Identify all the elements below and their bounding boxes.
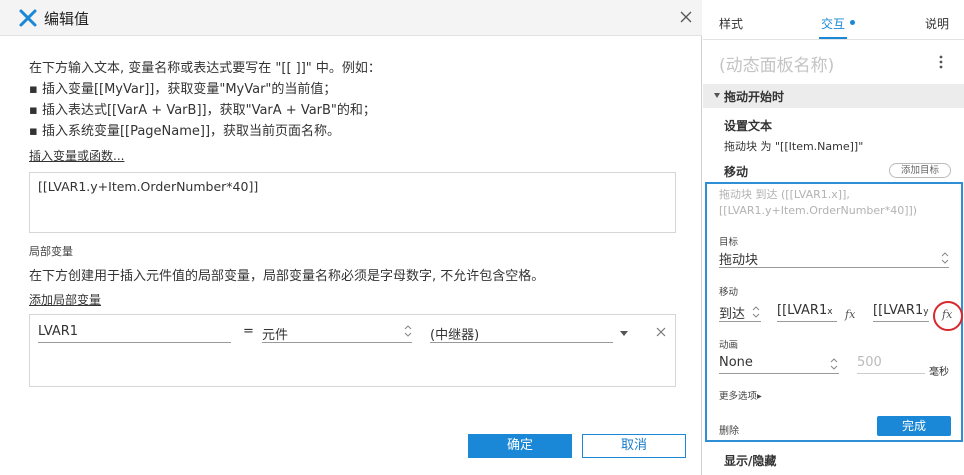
instruction-line: ▪ 插入表达式[[VarA + VarB]]，获取"VarA + VarB"的和… [29,103,376,118]
duration-input[interactable]: 500 [857,354,925,374]
close-icon[interactable] [678,9,694,25]
panel-tabs: 样式 交互 说明 [703,0,964,40]
remove-variable-icon[interactable] [656,327,666,337]
y-value-input[interactable]: [[LVAR1y [873,302,929,322]
x-value-input[interactable]: [[LVAR1x [777,302,837,322]
local-variable-type-value: 元件 [262,328,289,343]
spinner-arrows-icon [404,325,412,337]
duration-unit: 毫秒 [929,367,949,378]
action-set-text-desc[interactable]: 拖动块 为 "[[Item.Name]]" [724,138,863,154]
target-select[interactable]: 拖动块 [719,248,949,268]
move-mode-value: 到达 [719,307,746,322]
instruction-line: 在下方输入文本, 变量名称或表达式要写在 "[[ ]]" 中。例如： [29,61,381,76]
local-variable-target-select[interactable]: (中继器) [430,321,613,343]
collapse-triangle-icon [714,93,720,98]
x-suffix: x [827,307,833,317]
chevron-down-icon[interactable] [620,331,628,336]
active-tab-indicator [819,37,847,39]
move-label: 移动 [719,287,739,298]
event-drag-start[interactable]: 拖动开始时 [703,84,964,108]
target-label: 目标 [719,237,739,248]
y-suffix: y [923,307,929,317]
y-value: [[LVAR1 [873,303,924,318]
ok-button[interactable]: 确定 [468,434,572,458]
action-set-text-title[interactable]: 设置文本 [724,117,772,134]
add-target-button[interactable]: 添加目标 [889,163,951,178]
animation-value: None [719,355,753,370]
cancel-button[interactable]: 取消 [582,434,686,458]
more-options-link[interactable]: 更多选项▸ [719,388,762,402]
active-dot-icon [850,20,855,25]
tab-notes[interactable]: 说明 [925,15,949,32]
animation-select[interactable]: None [719,354,839,374]
local-variable-list: LVAR1 = 元件 (中继器) [29,314,676,387]
delete-action-link[interactable]: 删除 [719,422,739,437]
animation-label: 动画 [719,340,739,351]
expression-textarea[interactable]: [[LVAR1.y+Item.OrderNumber*40]] [29,172,676,233]
dialog-header: 编辑值 [0,0,702,36]
axure-logo-icon [19,9,37,27]
action-show-hide-title[interactable]: 显示/隐藏 [724,452,776,469]
spinner-arrows-icon [941,252,949,264]
local-variable-type-select[interactable]: 元件 [262,321,412,343]
equals-sign: = [243,324,254,339]
move-mode-select[interactable]: 到达 [719,302,761,322]
x-value: [[LVAR1 [777,303,828,318]
instruction-line: ▪ 插入变量[[MyVar]]，获取变量"MyVar"的当前值； [29,82,337,97]
insert-variable-link[interactable]: 插入变量或函数... [29,147,124,164]
interactions-panel: 样式 交互 说明 (动态面板名称) 拖动开始时 设置文本 拖动块 为 "[[It… [703,0,964,475]
event-label: 拖动开始时 [724,90,785,104]
local-variable-name-input[interactable]: LVAR1 [38,321,231,343]
x-function-icon[interactable]: fx [845,308,855,321]
move-action-editor: 拖动块 到达 ([[LVAR1.x]],[[LVAR1.y+Item.Order… [705,182,963,442]
done-button[interactable]: 完成 [877,416,951,436]
tab-interactions[interactable]: 交互 [821,15,845,32]
instruction-line: ▪ 插入系统变量[[PageName]]，获取当前页面名称。 [29,124,341,139]
edit-value-dialog: 编辑值 在下方输入文本, 变量名称或表达式要写在 "[[ ]]" 中。例如： ▪… [0,0,702,475]
widget-name-field[interactable]: (动态面板名称) [719,51,834,76]
more-menu-icon[interactable] [939,55,943,69]
local-variables-label: 局部变量 [29,245,73,258]
tab-style[interactable]: 样式 [719,15,743,32]
local-variable-target-value: (中继器) [430,328,480,343]
add-local-variable-link[interactable]: 添加局部变量 [29,291,101,308]
spinner-arrows-icon [830,358,838,370]
highlight-circle [933,301,963,331]
spinner-arrows-icon [752,306,760,318]
target-value: 拖动块 [719,253,759,268]
local-variables-description: 在下方创建用于插入元件值的局部变量，局部变量名称必须是字母数字, 不允许包含空格… [29,269,545,284]
dialog-title: 编辑值 [44,10,90,28]
instructions: 在下方输入文本, 变量名称或表达式要写在 "[[ ]]" 中。例如： ▪ 插入变… [29,58,679,142]
move-action-desc: 拖动块 到达 ([[LVAR1.x]],[[LVAR1.y+Item.Order… [719,188,918,217]
action-move-title[interactable]: 移动 [724,163,748,180]
